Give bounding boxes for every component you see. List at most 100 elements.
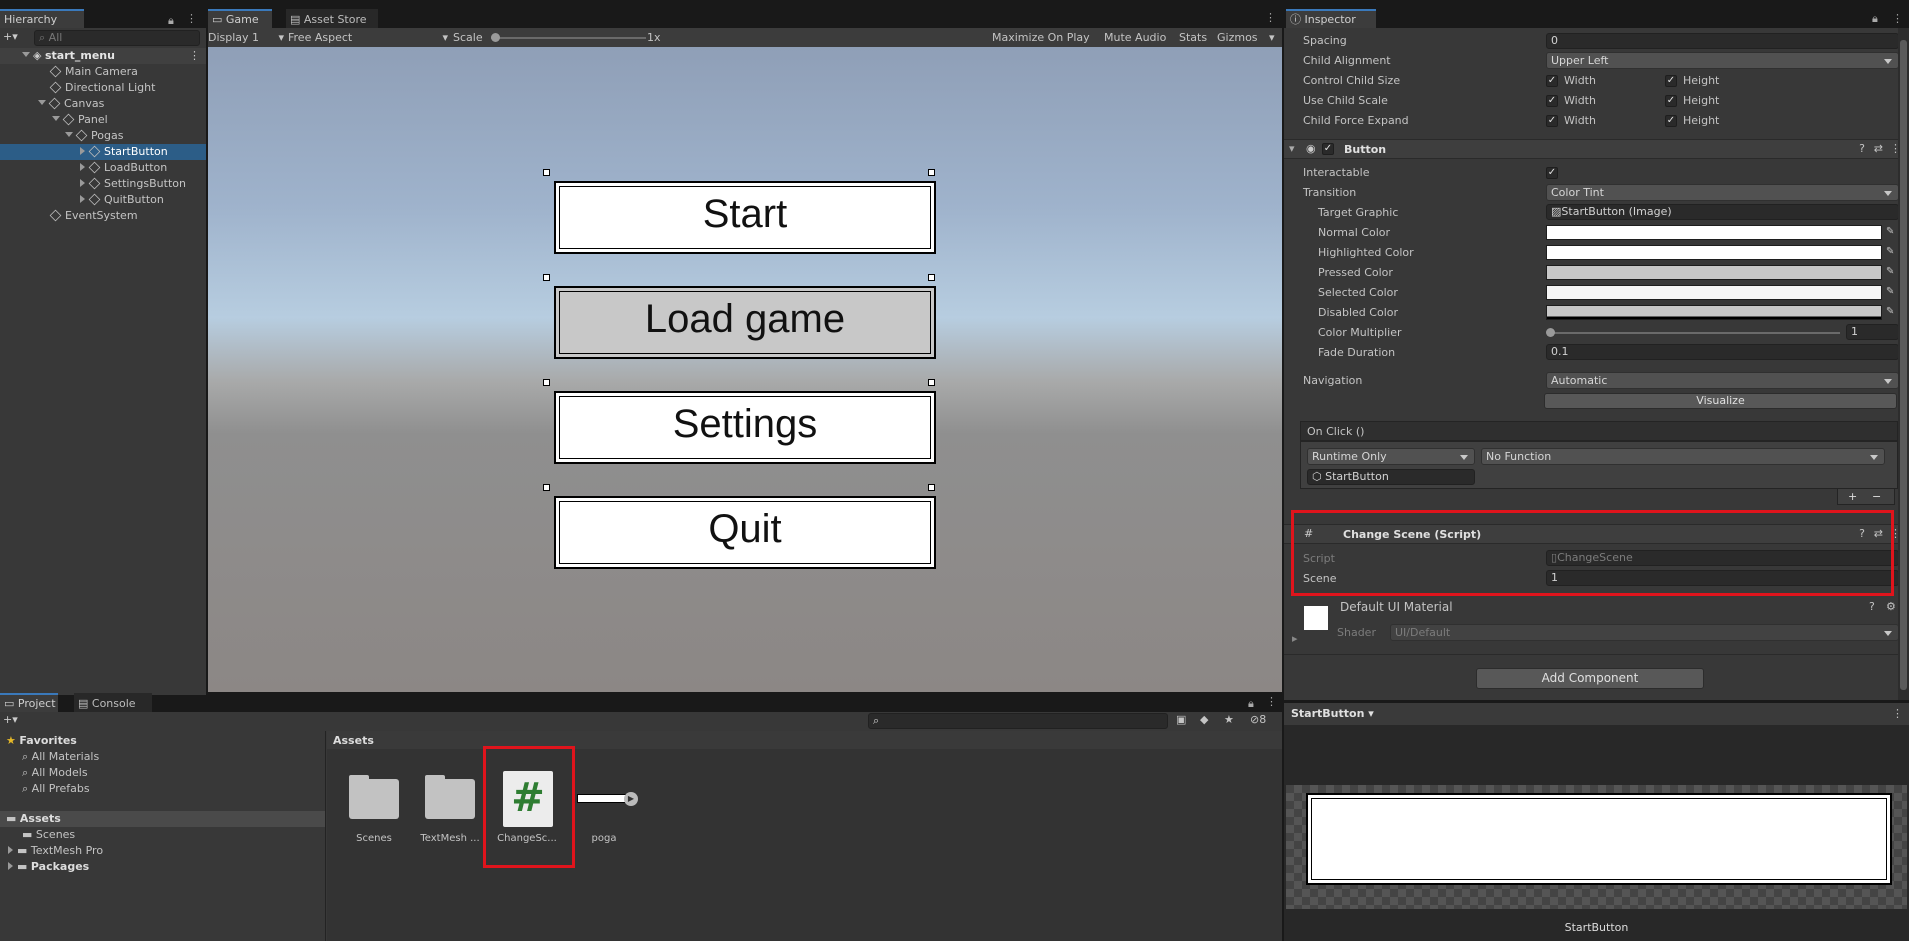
normal-color-swatch[interactable] — [1546, 225, 1882, 240]
rect-handle[interactable] — [543, 169, 550, 176]
tab-inspector[interactable]: ⓘ Inspector — [1286, 9, 1376, 28]
hidden-packages-icon[interactable]: ⊘8 — [1250, 713, 1266, 726]
hierarchy-search-input[interactable]: ⌕ All — [34, 30, 200, 46]
maximize-on-play-toggle[interactable]: Maximize On Play — [992, 30, 1090, 45]
cfe-height-checkbox[interactable]: ✓ — [1665, 115, 1677, 127]
foldout-icon[interactable]: ▾ — [1289, 142, 1295, 155]
assets-root-item[interactable]: ▬ Assets — [0, 811, 325, 827]
expand-icon[interactable]: ▸ — [1292, 632, 1298, 645]
navigation-dropdown[interactable]: Automatic — [1546, 372, 1899, 389]
game-settings-button[interactable]: Settings — [554, 391, 936, 464]
eyedropper-icon[interactable]: ✎ — [1886, 226, 1898, 238]
eyedropper-icon[interactable]: ✎ — [1886, 266, 1898, 278]
add-component-button[interactable]: Add Component — [1476, 668, 1704, 689]
packages-item[interactable]: ▬ Packages — [0, 859, 325, 875]
ucs-height-checkbox[interactable]: ✓ — [1665, 95, 1677, 107]
remove-event-button[interactable]: − — [1872, 490, 1881, 503]
asset-folder-item[interactable]: ▬ Scenes — [0, 827, 325, 843]
interactable-checkbox[interactable]: ✓ — [1546, 167, 1558, 179]
lock-icon[interactable]: 🔒︎ — [168, 14, 174, 28]
expand-icon[interactable] — [52, 116, 60, 121]
hierarchy-item[interactable]: QuitButton — [0, 192, 206, 208]
runtime-dropdown[interactable]: Runtime Only — [1307, 448, 1475, 465]
add-event-button[interactable]: + — [1848, 490, 1857, 503]
favorite-item[interactable]: ⌕ All Prefabs — [0, 781, 325, 797]
aspect-dropdown[interactable]: Free Aspect ▾ — [288, 30, 448, 45]
game-start-button[interactable]: Start — [554, 181, 936, 254]
kebab-menu-icon[interactable]: ⋮ — [1892, 12, 1903, 25]
gizmos-dropdown-icon[interactable]: ▾ — [1269, 30, 1275, 45]
settings-gear-icon[interactable]: ⚙ — [1886, 600, 1896, 613]
scale-slider-thumb[interactable] — [491, 33, 500, 42]
game-quit-button[interactable]: Quit — [554, 496, 936, 569]
hierarchy-scene-row[interactable]: ◈ start_menu ⋮ — [0, 48, 206, 64]
rect-handle[interactable] — [928, 484, 935, 491]
expand-icon[interactable] — [65, 132, 73, 137]
display-dropdown[interactable]: Display 1 ▾ — [208, 30, 284, 45]
kebab-menu-icon[interactable]: ⋮ — [1266, 695, 1277, 708]
tab-asset-store[interactable]: ▤ Asset Store — [286, 9, 378, 28]
help-icon[interactable]: ? — [1869, 600, 1875, 613]
child-alignment-dropdown[interactable]: Upper Left — [1546, 52, 1899, 69]
selected-color-swatch[interactable] — [1546, 285, 1882, 300]
scale-slider[interactable] — [491, 37, 646, 39]
favorites-item[interactable]: ★ Favorites — [0, 733, 325, 749]
kebab-menu-icon[interactable]: ⋮ — [1892, 707, 1903, 720]
button-enabled-checkbox[interactable]: ✓ — [1322, 143, 1334, 155]
lock-icon[interactable]: 🔒︎ — [1248, 697, 1254, 711]
collapse-icon[interactable] — [80, 195, 85, 203]
fade-duration-field[interactable]: 0.1 — [1546, 344, 1899, 360]
favorite-item[interactable]: ⌕ All Models — [0, 765, 325, 781]
hierarchy-item[interactable]: EventSystem — [0, 208, 206, 224]
help-icon[interactable]: ? — [1859, 142, 1865, 155]
asset-folder-textmesh[interactable] — [425, 771, 475, 833]
hierarchy-item[interactable]: SettingsButton — [0, 176, 206, 192]
rect-handle[interactable] — [543, 484, 550, 491]
lock-icon[interactable]: 🔒︎ — [1872, 12, 1878, 26]
stats-toggle[interactable]: Stats — [1179, 30, 1207, 45]
hierarchy-item-selected[interactable]: StartButton — [0, 144, 206, 160]
filter-label-icon[interactable]: ◆ — [1200, 713, 1208, 726]
visualize-button[interactable]: Visualize — [1544, 393, 1897, 409]
eyedropper-icon[interactable]: ✎ — [1886, 286, 1898, 298]
project-search-input[interactable]: ⌕ — [868, 713, 1168, 729]
favorite-star-icon[interactable]: ★ — [1224, 713, 1234, 726]
mute-audio-toggle[interactable]: Mute Audio — [1104, 30, 1166, 45]
expand-icon[interactable] — [8, 846, 13, 854]
kebab-menu-icon[interactable]: ⋮ — [186, 12, 197, 25]
eyedropper-icon[interactable]: ✎ — [1886, 306, 1898, 318]
multiplier-slider-thumb[interactable] — [1546, 328, 1555, 337]
transition-dropdown[interactable]: Color Tint — [1546, 184, 1899, 201]
add-icon[interactable]: +▾ — [3, 30, 18, 43]
rect-handle[interactable] — [543, 379, 550, 386]
game-menu-icon[interactable]: ⋮ — [1265, 11, 1276, 24]
filter-type-icon[interactable]: ▣ — [1176, 713, 1186, 726]
shader-dropdown[interactable]: UI/Default — [1390, 624, 1899, 641]
favorite-item[interactable]: ⌕ All Materials — [0, 749, 325, 765]
spacing-field[interactable]: 0 — [1546, 33, 1899, 49]
game-viewport[interactable]: Start Load game Settings Quit — [208, 47, 1282, 692]
tab-hierarchy[interactable]: Hierarchy — [0, 9, 84, 28]
rect-handle[interactable] — [928, 169, 935, 176]
function-dropdown[interactable]: No Function — [1481, 448, 1885, 465]
collapse-icon[interactable] — [80, 179, 85, 187]
hierarchy-item[interactable]: Panel — [0, 112, 206, 128]
eyedropper-icon[interactable]: ✎ — [1886, 246, 1898, 258]
target-graphic-field[interactable]: ▨StartButton (Image) — [1546, 204, 1899, 220]
scene-menu-icon[interactable]: ⋮ — [189, 48, 200, 64]
expand-icon[interactable] — [38, 100, 46, 105]
tab-console[interactable]: ▤ Console — [74, 693, 152, 712]
collapse-icon[interactable] — [80, 163, 85, 171]
hierarchy-item[interactable]: Pogas — [0, 128, 206, 144]
expand-icon[interactable] — [8, 862, 13, 870]
ucs-width-checkbox[interactable]: ✓ — [1546, 95, 1558, 107]
multiplier-field[interactable]: 1 — [1846, 324, 1899, 340]
rect-handle[interactable] — [543, 274, 550, 281]
sprite-thumbnail[interactable] — [577, 794, 629, 803]
scrollbar-thumb[interactable] — [1900, 40, 1907, 690]
presets-icon[interactable]: ⇄ — [1874, 142, 1883, 155]
add-icon[interactable]: +▾ — [3, 713, 18, 726]
multiplier-slider[interactable] — [1550, 332, 1840, 334]
highlighted-color-swatch[interactable] — [1546, 245, 1882, 260]
preview-title-dropdown[interactable]: StartButton ▾ — [1291, 707, 1374, 720]
